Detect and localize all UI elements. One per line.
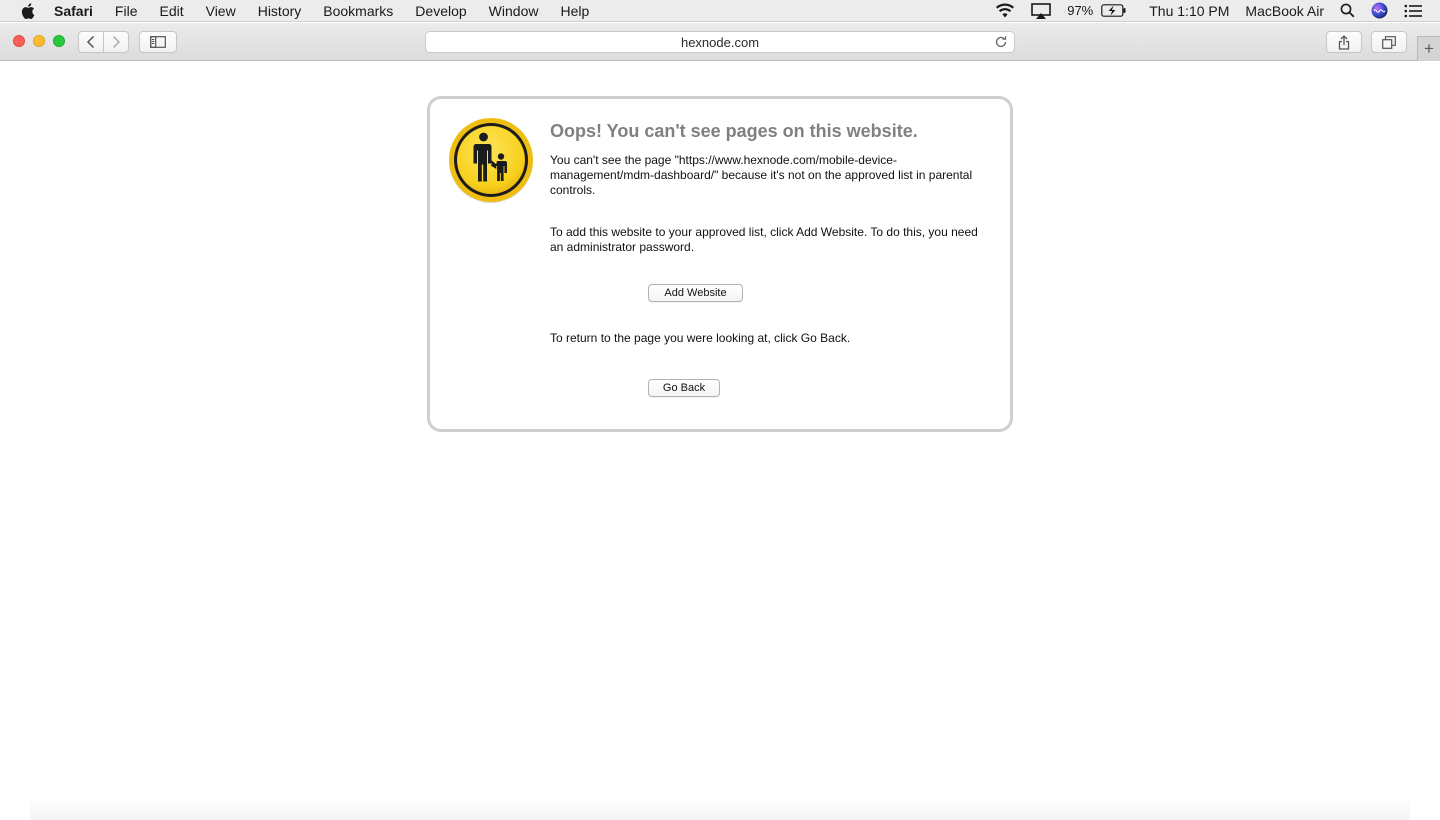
- menu-help[interactable]: Help: [549, 0, 600, 22]
- wifi-icon[interactable]: [987, 3, 1023, 18]
- reload-icon[interactable]: [994, 35, 1008, 49]
- airplay-icon[interactable]: [1023, 2, 1059, 19]
- share-icon: [1338, 34, 1350, 50]
- page-title: Oops! You can't see pages on this websit…: [550, 121, 918, 141]
- battery-percentage: 97%: [1067, 3, 1094, 18]
- battery-icon[interactable]: [1101, 4, 1135, 17]
- apple-menu-icon[interactable]: [18, 0, 38, 22]
- menu-history[interactable]: History: [247, 0, 313, 22]
- sidebar-toggle-button[interactable]: [139, 31, 177, 53]
- chevron-left-icon: [86, 35, 95, 49]
- tabs-overview-icon: [1382, 35, 1396, 49]
- window-close-button[interactable]: [13, 35, 25, 47]
- menu-file[interactable]: File: [104, 0, 149, 22]
- go-back-instructions: To return to the page you were looking a…: [550, 331, 851, 345]
- menu-bar: Safari File Edit View History Bookmarks …: [0, 0, 1440, 22]
- address-bar[interactable]: hexnode.com: [425, 31, 1015, 53]
- go-back-button[interactable]: Go Back: [648, 379, 720, 397]
- parental-controls-icon: [449, 118, 533, 203]
- menu-bookmarks[interactable]: Bookmarks: [312, 0, 404, 22]
- notification-center-icon[interactable]: [1396, 4, 1430, 18]
- menu-view[interactable]: View: [195, 0, 247, 22]
- window-bottom-shadow: [30, 798, 1410, 820]
- window-zoom-button[interactable]: [53, 35, 65, 47]
- safari-toolbar: hexnode.com: [0, 23, 1440, 61]
- add-website-instructions: To add this website to your approved lis…: [550, 225, 978, 254]
- menu-edit[interactable]: Edit: [148, 0, 194, 22]
- blocked-page-message: You can't see the page "https://www.hexn…: [550, 153, 973, 197]
- computer-name[interactable]: MacBook Air: [1237, 3, 1332, 19]
- show-all-tabs-button[interactable]: [1371, 31, 1407, 53]
- parental-controls-block-panel: Oops! You can't see pages on this websit…: [427, 96, 1013, 432]
- menu-develop[interactable]: Develop: [404, 0, 477, 22]
- menu-clock[interactable]: Thu 1:10 PM: [1135, 3, 1237, 19]
- menu-window[interactable]: Window: [478, 0, 550, 22]
- back-button[interactable]: [79, 32, 103, 52]
- menu-app-safari[interactable]: Safari: [50, 0, 104, 22]
- add-website-button[interactable]: Add Website: [648, 284, 743, 302]
- new-tab-button[interactable]: +: [1417, 36, 1440, 61]
- chevron-right-icon: [112, 35, 121, 49]
- sidebar-icon: [150, 36, 166, 48]
- window-minimize-button[interactable]: [33, 35, 45, 47]
- page-content: Oops! You can't see pages on this websit…: [0, 62, 1440, 820]
- address-text: hexnode.com: [680, 34, 760, 50]
- spotlight-search-icon[interactable]: [1332, 3, 1363, 18]
- siri-icon[interactable]: [1363, 2, 1396, 19]
- share-button[interactable]: [1326, 31, 1362, 53]
- forward-button[interactable]: [104, 32, 128, 52]
- navigation-buttons: [78, 31, 129, 53]
- status-area: 97% Thu 1:10 PM MacBook Air: [987, 0, 1440, 22]
